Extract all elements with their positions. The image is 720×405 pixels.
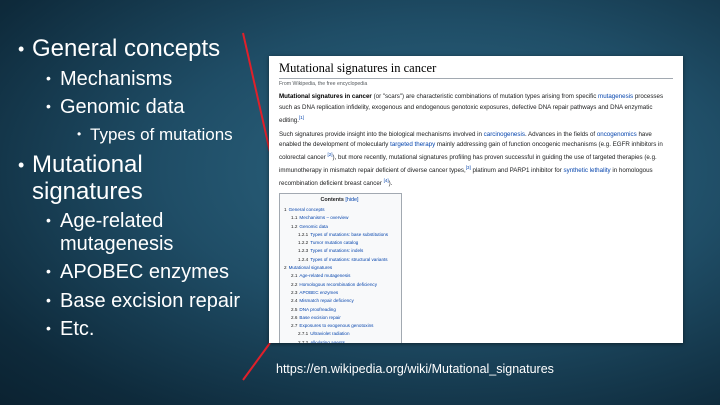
paragraph-text: platinum and PARP1 inhibitor for [470,167,564,175]
toc-number: 2.4 [291,298,298,304]
toc-item[interactable]: 1.2.3 Types of mutations: indels [284,247,395,255]
paragraph-text: Such signatures provide insight into the… [279,130,484,138]
toc-number: 2 [284,265,287,271]
wiki-link[interactable]: mutagenesis [598,93,633,100]
toc-item[interactable]: 2.2 Homologous recombination deficiency [284,281,395,289]
toc-number: 2.6 [291,314,298,320]
toc-item[interactable]: 2.7.1 Ultraviolet radiation [284,330,395,338]
toc-label[interactable]: Mechanisms – overview [299,215,348,220]
paragraph-text: (or "scars") are characteristic combinat… [371,93,599,100]
wiki-link[interactable]: oncogenomics [597,131,637,138]
toc-item[interactable]: 2.4 Mismatch repair deficiency [284,297,395,305]
toc-label[interactable]: APOBEC enzymes [299,290,338,295]
toc-number: 2.5 [291,306,298,312]
toc-label[interactable]: Mutational signatures [289,265,333,270]
bold-term: Mutational signatures in cancer [279,93,372,100]
toc-item[interactable]: 1 General concepts [284,206,395,214]
toc-item[interactable]: 1.2.1 Types of mutations: base substituti… [284,231,395,239]
paragraph-text: . Advances in the fields of [524,130,597,138]
toc-number: 1 [284,207,287,212]
toc-label[interactable]: General concepts [289,207,325,212]
paragraph-text: ). [388,180,393,188]
connector-line-bottom [242,342,271,381]
intro-paragraph: Mutational signatures in cancer (or "sca… [279,92,673,127]
toc-number: 1.2.1 [298,231,309,237]
table-of-contents: Contents [hide] 1 General concepts 1.1 Mech… [279,193,402,343]
toc-label[interactable]: Age-related mutagenesis [299,273,350,278]
toc-header: Contents [hide] [284,197,395,203]
toc-number: 2.7 [291,323,298,329]
toc-label[interactable]: DNA proofreading [299,307,336,312]
toc-label[interactable]: Base excision repair [299,315,340,320]
article-source: From Wikipedia, the free encyclopedia [279,81,368,87]
toc-label[interactable]: Types of mutations: base substitutions [310,232,388,237]
toc-item[interactable]: 2.7 Exposures to exogenous genotoxins [284,322,395,330]
toc-label[interactable]: Alkylating agents [310,340,345,343]
toc-item[interactable]: 2.1 Age-related mutagenesis [284,272,395,280]
article-title: Mutational signatures in cancer [279,61,673,79]
toc-item[interactable]: 1.2.4 Types of mutations: structural vari… [284,256,395,264]
toc-label[interactable]: Types of mutations: indels [310,248,363,253]
toc-item[interactable]: 2.6 Base excision repair [284,314,395,322]
source-url[interactable]: https://en.wikipedia.org/wiki/Mutational… [276,362,554,376]
toc-label[interactable]: Homologous recombination deficiency [299,282,377,287]
wiki-link[interactable]: synthetic lethality [564,167,611,174]
wiki-link[interactable]: carcinogenesis [484,131,525,138]
connector-line-top [242,32,271,153]
wiki-link[interactable]: targeted therapy [390,141,435,148]
toc-number: 2.2 [291,281,298,287]
toc-number: 1.2 [291,223,298,229]
toc-number: 2.1 [291,273,298,279]
toc-label[interactable]: Ultraviolet radiation [310,331,349,336]
toc-label[interactable]: Genomic data [299,224,328,229]
toc-label[interactable]: Tumor mutation catalog [310,240,358,245]
toc-item[interactable]: 2.7.2 Alkylating agents [284,339,395,343]
toc-number: 2.7.1 [298,331,309,337]
toc-label[interactable]: Exposures to exogenous genotoxins [299,323,373,328]
citation-link[interactable]: [1] [299,115,304,120]
toc-number: 1.1 [291,215,298,221]
toc-list: 1 General concepts 1.1 Mechanisms – overvie… [284,206,395,343]
second-paragraph: Such signatures provide insight into the… [279,130,673,190]
toc-item[interactable]: 1.2.2 Tumor mutation catalog [284,239,395,247]
toc-number: 2.7.2 [298,339,309,343]
toc-label[interactable]: Mismatch repair deficiency [299,298,353,303]
toc-item[interactable]: 2.5 DNA proofreading [284,306,395,314]
toc-title: Contents [320,197,344,203]
toc-number: 1.2.3 [298,248,309,254]
toc-item[interactable]: 1.1 Mechanisms – overview [284,214,395,222]
toc-label[interactable]: Types of mutations: structural variants [310,257,387,262]
toc-number: 1.2.2 [298,240,309,246]
toc-item[interactable]: 1.2 Genomic data [284,223,395,231]
toc-item[interactable]: 2 Mutational signatures [284,264,395,272]
toc-hide-link[interactable]: [hide] [345,197,358,203]
toc-number: 1.2.4 [298,256,309,262]
wikipedia-screenshot: Mutational signatures in cancer From Wik… [269,56,683,343]
toc-item[interactable]: 2.3 APOBEC enzymes [284,289,395,297]
toc-number: 2.3 [291,289,298,295]
